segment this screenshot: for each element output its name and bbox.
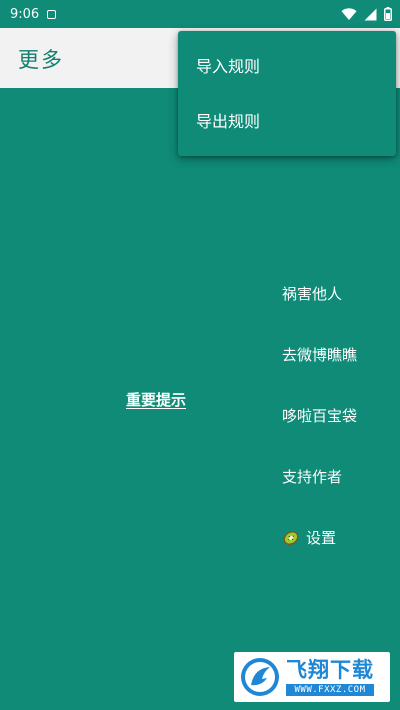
side-item-doraemon-pocket[interactable]: 哆啦百宝袋 bbox=[282, 385, 392, 446]
menu-item-import-rules[interactable]: 导入规则 bbox=[178, 37, 396, 92]
watermark: 飞翔下载 WWW.FXXZ.COM bbox=[234, 652, 390, 702]
fxxz-logo-icon bbox=[239, 656, 281, 698]
side-item-visit-weibo[interactable]: 去微博瞧瞧 bbox=[282, 324, 392, 385]
status-icons bbox=[341, 7, 392, 21]
side-item-settings[interactable]: 设置 bbox=[282, 507, 392, 568]
watermark-brand: 飞翔下载 bbox=[286, 658, 374, 682]
notification-icon bbox=[47, 9, 57, 19]
menu-item-export-rules[interactable]: 导出规则 bbox=[178, 92, 396, 147]
kiwi-icon bbox=[282, 529, 300, 547]
wifi-icon bbox=[341, 7, 357, 21]
page-title: 更多 bbox=[18, 48, 64, 72]
status-time: 9:06 bbox=[10, 6, 40, 22]
side-menu-list: 祸害他人 去微博瞧瞧 哆啦百宝袋 支持作者 设置 bbox=[282, 263, 392, 568]
side-item-harm-others[interactable]: 祸害他人 bbox=[282, 263, 392, 324]
signal-icon bbox=[364, 8, 377, 21]
battery-icon bbox=[384, 7, 392, 21]
side-item-support-author[interactable]: 支持作者 bbox=[282, 446, 392, 507]
watermark-domain: WWW.FXXZ.COM bbox=[286, 684, 374, 696]
status-bar: 9:06 bbox=[0, 0, 400, 28]
overflow-menu: 导入规则 导出规则 bbox=[178, 31, 396, 156]
important-notice-link[interactable]: 重要提示 bbox=[126, 389, 186, 410]
side-item-settings-label: 设置 bbox=[306, 529, 337, 547]
